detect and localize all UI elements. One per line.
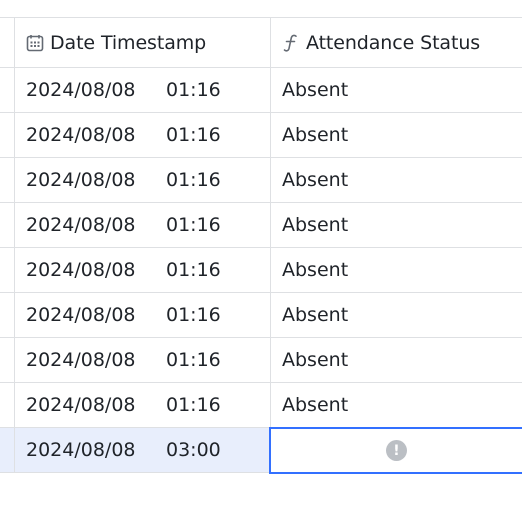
table-row[interactable]: 2024/08/08 01:16 Absent <box>0 248 522 293</box>
row-handle[interactable] <box>0 383 15 427</box>
status-value: Absent <box>282 259 349 281</box>
row-handle-column-header[interactable] <box>0 18 15 67</box>
time-value: 01:16 <box>166 169 221 191</box>
time-value: 03:00 <box>166 439 221 461</box>
table-row-selected[interactable]: 2024/08/08 03:00 ! <box>0 427 522 474</box>
date-timestamp-cell[interactable]: 2024/08/08 01:16 <box>15 158 271 202</box>
row-handle[interactable] <box>0 293 15 337</box>
calendar-icon <box>26 34 44 52</box>
time-value: 01:16 <box>166 394 221 416</box>
attendance-status-cell[interactable]: Absent <box>271 158 522 202</box>
attendance-status-cell-active[interactable]: ! <box>269 427 522 474</box>
attendance-status-cell[interactable]: Absent <box>271 338 522 382</box>
table-row[interactable]: 2024/08/08 01:16 Absent <box>0 383 522 428</box>
date-value: 2024/08/08 <box>26 214 136 236</box>
status-value: Absent <box>282 349 349 371</box>
time-value: 01:16 <box>166 124 221 146</box>
attendance-status-cell[interactable]: Absent <box>271 203 522 247</box>
status-value: Absent <box>282 214 349 236</box>
date-timestamp-cell[interactable]: 2024/08/08 01:16 <box>15 68 271 112</box>
time-value: 01:16 <box>166 79 221 101</box>
date-timestamp-cell[interactable]: 2024/08/08 01:16 <box>15 203 271 247</box>
row-handle[interactable] <box>0 248 15 292</box>
date-value: 2024/08/08 <box>26 169 136 191</box>
date-value: 2024/08/08 <box>26 79 136 101</box>
date-timestamp-cell[interactable]: 2024/08/08 01:16 <box>15 248 271 292</box>
date-value: 2024/08/08 <box>26 304 136 326</box>
time-value: 01:16 <box>166 259 221 281</box>
row-handle[interactable] <box>0 158 15 202</box>
date-timestamp-cell[interactable]: 2024/08/08 01:16 <box>15 293 271 337</box>
row-handle[interactable] <box>0 203 15 247</box>
time-value: 01:16 <box>166 349 221 371</box>
table-row[interactable]: 2024/08/08 01:16 Absent <box>0 203 522 248</box>
status-value: Absent <box>282 304 349 326</box>
attendance-status-cell[interactable]: Absent <box>271 113 522 157</box>
row-handle[interactable] <box>0 68 15 112</box>
attendance-status-cell[interactable]: Absent <box>271 68 522 112</box>
formula-icon <box>282 33 300 53</box>
status-value: Absent <box>282 169 349 191</box>
date-value: 2024/08/08 <box>26 124 136 146</box>
status-value: Absent <box>282 124 349 146</box>
status-value: Absent <box>282 79 349 101</box>
date-value: 2024/08/08 <box>26 349 136 371</box>
data-grid: Date Timestamp Attendance Status 2024/08… <box>0 17 522 474</box>
date-timestamp-cell[interactable]: 2024/08/08 01:16 <box>15 383 271 427</box>
table-row[interactable]: 2024/08/08 01:16 Absent <box>0 338 522 383</box>
column-header-label: Attendance Status <box>306 31 481 54</box>
error-icon[interactable]: ! <box>386 440 407 461</box>
attendance-status-cell[interactable]: Absent <box>271 293 522 337</box>
time-value: 01:16 <box>166 304 221 326</box>
date-value: 2024/08/08 <box>26 259 136 281</box>
table-row[interactable]: 2024/08/08 01:16 Absent <box>0 113 522 158</box>
date-value: 2024/08/08 <box>26 439 136 461</box>
row-handle[interactable] <box>0 113 15 157</box>
table-row[interactable]: 2024/08/08 01:16 Absent <box>0 158 522 203</box>
row-handle[interactable] <box>0 338 15 382</box>
date-timestamp-cell[interactable]: 2024/08/08 01:16 <box>15 113 271 157</box>
time-value: 01:16 <box>166 214 221 236</box>
table-row[interactable]: 2024/08/08 01:16 Absent <box>0 293 522 338</box>
attendance-status-cell[interactable]: Absent <box>271 248 522 292</box>
row-handle[interactable] <box>0 428 15 472</box>
status-value: Absent <box>282 394 349 416</box>
column-header-attendance-status[interactable]: Attendance Status <box>271 18 522 67</box>
date-timestamp-cell[interactable]: 2024/08/08 01:16 <box>15 338 271 382</box>
table-row[interactable]: 2024/08/08 01:16 Absent <box>0 68 522 113</box>
date-timestamp-cell[interactable]: 2024/08/08 03:00 <box>15 428 271 472</box>
date-value: 2024/08/08 <box>26 394 136 416</box>
header-row: Date Timestamp Attendance Status <box>0 17 522 68</box>
column-header-date-timestamp[interactable]: Date Timestamp <box>15 18 271 67</box>
attendance-status-cell[interactable]: Absent <box>271 383 522 427</box>
column-header-label: Date Timestamp <box>50 31 207 54</box>
